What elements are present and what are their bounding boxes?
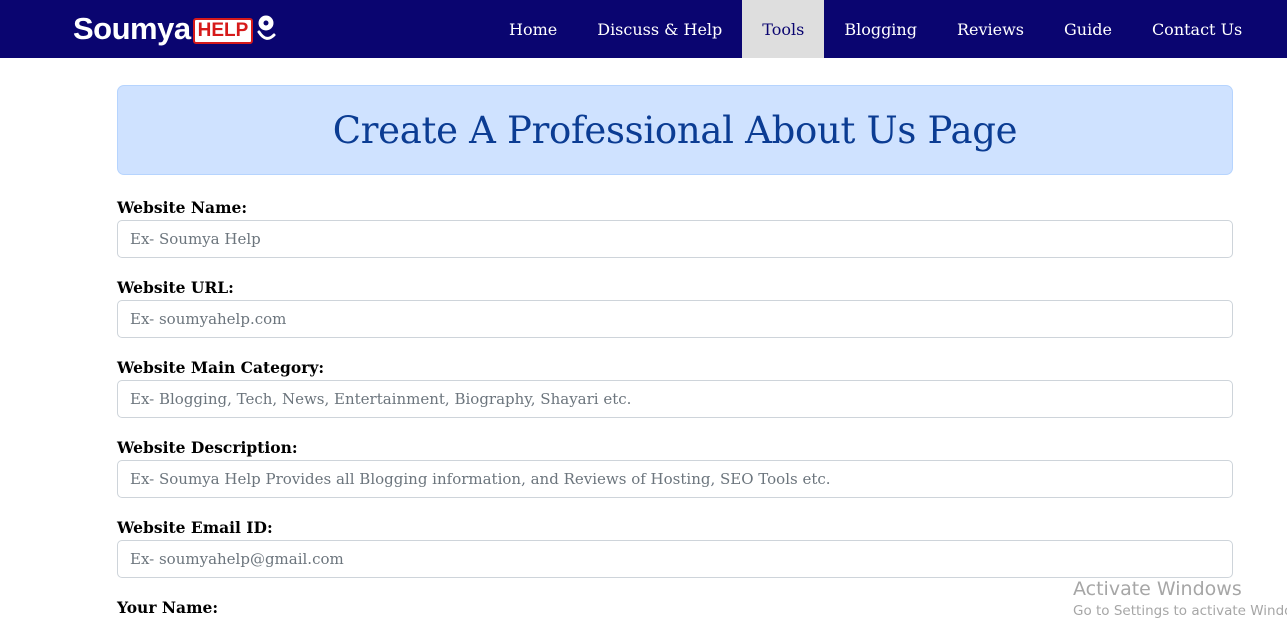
your-name-field-group: Your Name: — [117, 596, 1233, 620]
website-category-input[interactable] — [117, 380, 1233, 418]
website-name-field-group: Website Name: — [117, 196, 1233, 258]
site-logo[interactable]: Soumya HELP — [73, 9, 277, 47]
website-description-field-group: Website Description: — [117, 436, 1233, 498]
top-navbar: Soumya HELP Home Discuss & Help Tools Bl… — [0, 0, 1287, 58]
nav-home[interactable]: Home — [489, 0, 577, 58]
website-name-input[interactable] — [117, 220, 1233, 258]
nav-guide[interactable]: Guide — [1044, 0, 1132, 58]
nav-blogging[interactable]: Blogging — [824, 0, 937, 58]
main-nav: Home Discuss & Help Tools Blogging Revie… — [489, 0, 1262, 58]
logo-badge: HELP — [192, 18, 254, 44]
nav-tools[interactable]: Tools — [742, 0, 825, 58]
website-email-label: Website Email ID: — [117, 518, 273, 537]
website-category-field-group: Website Main Category: — [117, 356, 1233, 418]
website-email-field-group: Website Email ID: — [117, 516, 1233, 578]
website-name-label: Website Name: — [117, 198, 248, 217]
website-description-label: Website Description: — [117, 438, 298, 457]
about-us-form: Website Name: Website URL: Website Main … — [117, 196, 1233, 638]
nav-discuss-help[interactable]: Discuss & Help — [577, 0, 742, 58]
website-category-label: Website Main Category: — [117, 358, 325, 377]
website-description-input[interactable] — [117, 460, 1233, 498]
website-url-field-group: Website URL: — [117, 276, 1233, 338]
nav-contact-us[interactable]: Contact Us — [1132, 0, 1262, 58]
website-url-input[interactable] — [117, 300, 1233, 338]
website-email-input[interactable] — [117, 540, 1233, 578]
page-title: Create A Professional About Us Page — [332, 108, 1018, 152]
chat-bubble-icon — [257, 15, 276, 40]
website-url-label: Website URL: — [117, 278, 234, 297]
page-title-banner: Create A Professional About Us Page — [117, 85, 1233, 175]
logo-text: Soumya — [73, 10, 191, 46]
your-name-label: Your Name: — [117, 598, 219, 617]
nav-reviews[interactable]: Reviews — [937, 0, 1044, 58]
